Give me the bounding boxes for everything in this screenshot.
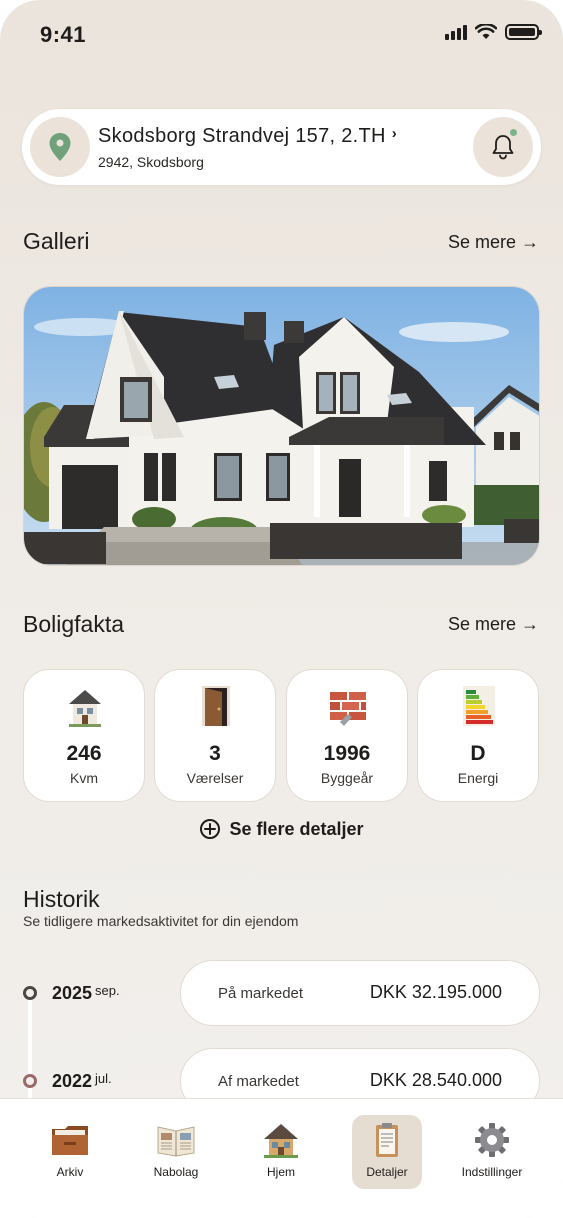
history-status: Af markedet <box>218 1073 299 1090</box>
history-title: Historik <box>23 886 100 912</box>
status-icons <box>445 24 542 40</box>
timeline-month: sep. <box>95 983 120 998</box>
timeline-dot <box>23 1074 37 1088</box>
status-time: 9:41 <box>40 22 87 47</box>
house-icon <box>69 690 101 727</box>
nav-item-nabolag[interactable]: Nabolag <box>141 1115 211 1189</box>
address-street-text: Skodsborg Strandvej 157, 2.TH <box>98 125 386 147</box>
more-details-button[interactable]: Se flere detaljer <box>0 818 563 840</box>
fact-value-energy: D <box>470 742 486 765</box>
bottom-navigation: Arkiv Nabolag Hjem Detaljer Indstillinge… <box>0 1098 563 1218</box>
home-icon <box>264 1124 298 1158</box>
timeline-dot <box>23 986 37 1000</box>
fact-value-rooms: 3 <box>209 742 221 765</box>
nav-label-nabolag: Nabolag <box>153 1165 199 1179</box>
fact-card-energy[interactable]: D Energi <box>417 669 539 802</box>
timeline-year: 2025 <box>52 983 93 1003</box>
clipboard-icon <box>376 1123 398 1157</box>
gear-icon <box>475 1123 509 1157</box>
history-entry-card[interactable]: På markedet DKK 32.195.000 <box>180 960 540 1026</box>
nav-item-arkiv[interactable]: Arkiv <box>35 1115 105 1189</box>
nav-label-detaljer: Detaljer <box>366 1165 408 1179</box>
more-details-label: Se flere detaljer <box>229 818 364 839</box>
location-pin-icon <box>49 133 71 161</box>
history-price: DKK 28.540.000 <box>369 1070 502 1090</box>
cellular-signal-icon <box>445 24 467 40</box>
fact-value-area: 246 <box>66 742 102 765</box>
fact-card-rooms[interactable]: 3 Værelser <box>154 669 276 802</box>
fact-label-area: Kvm <box>70 770 98 786</box>
wifi-icon <box>475 24 497 39</box>
nav-item-hjem[interactable]: Hjem <box>246 1115 316 1189</box>
fact-label-year: Byggeår <box>320 770 374 786</box>
nav-label-hjem: Hjem <box>266 1165 295 1179</box>
plus-circle-icon <box>200 819 221 839</box>
notification-dot <box>508 127 519 138</box>
timeline-date: 2025 sep. <box>52 983 120 1004</box>
chevron-right-icon: › <box>391 125 398 142</box>
fact-label-rooms: Værelser <box>186 770 244 786</box>
door-icon <box>202 686 230 726</box>
bricks-icon <box>330 692 366 726</box>
energy-label-icon <box>463 686 495 726</box>
battery-icon <box>505 24 542 40</box>
facts-see-more-link[interactable]: Se mere → <box>448 614 539 635</box>
history-price: DKK 32.195.000 <box>369 982 502 1002</box>
phone-screen: 9:41 Skodsborg Strandvej 157, 2.TH › 2942… <box>0 0 563 1218</box>
address-card[interactable]: Skodsborg Strandvej 157, 2.TH › 2942, Sko… <box>22 109 541 185</box>
timeline-month: jul. <box>95 1071 112 1086</box>
gallery-see-more-link[interactable]: Se mere → <box>448 232 539 253</box>
facts-title: Boligfakta <box>23 611 125 637</box>
fact-card-year[interactable]: 1996 Byggeår <box>286 669 408 802</box>
history-subtitle: Se tidligere markedsaktivitet for din ej… <box>23 913 299 929</box>
fact-card-area[interactable]: 246 Kvm <box>23 669 145 802</box>
nav-item-detaljer[interactable]: Detaljer <box>352 1115 422 1189</box>
gallery-title: Galleri <box>23 228 90 254</box>
address-city: 2942, Skodsborg <box>98 154 204 170</box>
nav-label-arkiv: Arkiv <box>56 1165 84 1179</box>
address-street[interactable]: Skodsborg Strandvej 157, 2.TH › <box>98 125 397 148</box>
notifications-button[interactable] <box>473 117 533 177</box>
fact-label-energy: Energi <box>457 770 499 786</box>
open-book-icon <box>157 1126 195 1157</box>
gallery-image[interactable] <box>23 286 540 566</box>
timeline-year: 2022 <box>52 1071 93 1091</box>
folder-icon <box>52 1126 88 1155</box>
history-status: På markedet <box>218 985 304 1002</box>
nav-item-indstillinger[interactable]: Indstillinger <box>457 1115 527 1189</box>
house-photo <box>24 287 539 565</box>
timeline-date: 2022 jul. <box>52 1071 112 1092</box>
fact-value-year: 1996 <box>323 742 371 765</box>
location-pin-button <box>30 117 90 177</box>
nav-label-indstillinger: Indstillinger <box>461 1165 523 1179</box>
